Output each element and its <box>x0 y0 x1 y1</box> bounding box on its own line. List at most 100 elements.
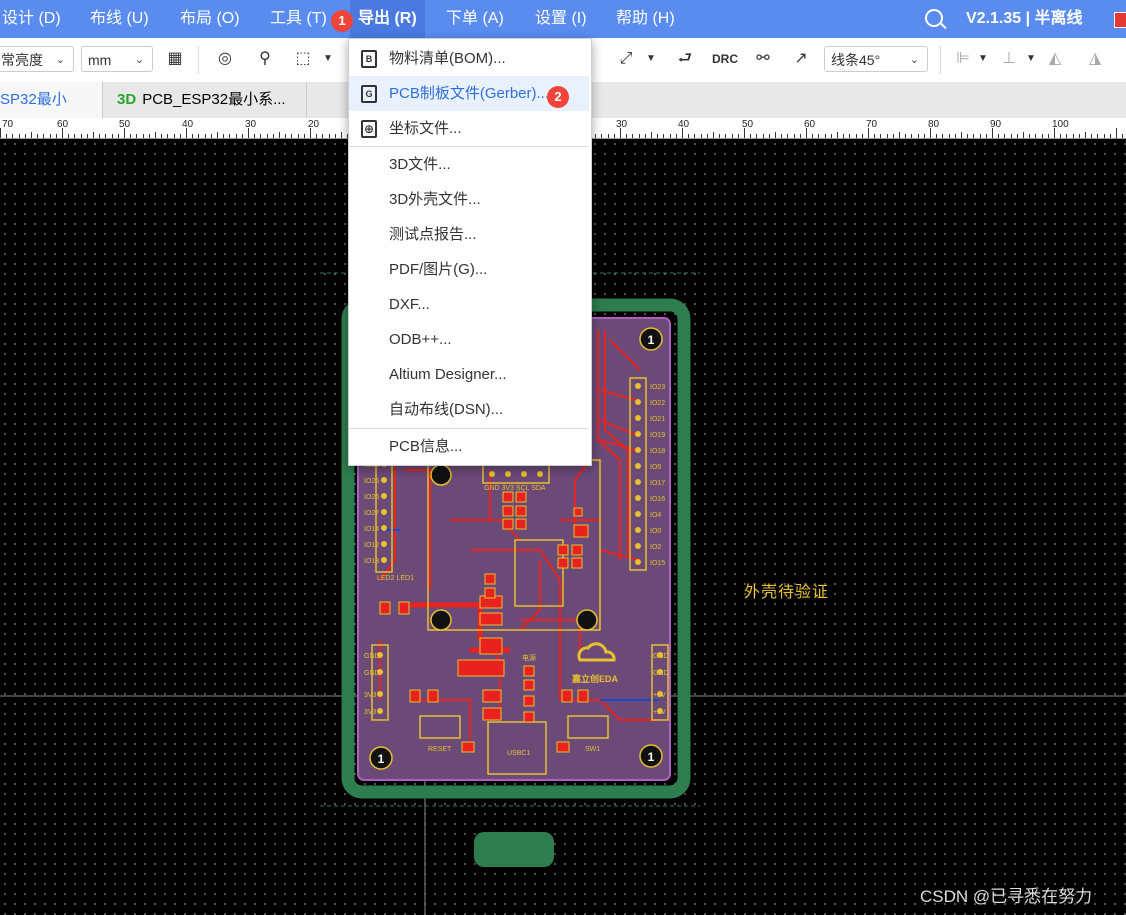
pin-label-right: IO22 <box>650 400 665 407</box>
menu-item-label: Altium Designer... <box>389 366 507 383</box>
ruler-tick <box>37 134 38 138</box>
ruler-label: 70 <box>866 119 878 130</box>
pin-label-bottom-right: +5V <box>653 709 666 716</box>
tab-pcb[interactable]: 3D PCB_ESP32最小系... <box>107 82 307 118</box>
menu-item-label: PCB制板文件(Gerber)... <box>389 85 550 102</box>
route-icon[interactable]: ⚯ <box>752 48 774 70</box>
ruler-tick <box>694 134 695 138</box>
mount-hole <box>430 464 452 486</box>
menu-item-label: 3D文件... <box>389 156 451 173</box>
via-icon[interactable]: ◎ <box>214 48 236 70</box>
menu-item-coordinate[interactable]: ⊕ 坐标文件... <box>349 111 589 146</box>
ruler-label: 100 <box>1052 119 1069 130</box>
menu-item-pdf[interactable]: PDF/图片(G)... <box>349 252 589 287</box>
return-icon[interactable]: ⮐ <box>674 48 696 70</box>
ruler-tick <box>112 134 113 138</box>
tab-schematic[interactable]: SP32最小系... <box>0 82 103 144</box>
pin-label-right: IO5 <box>650 464 661 471</box>
ruler-tick <box>949 134 950 138</box>
menu-settings[interactable]: 设置 (I) <box>535 0 587 38</box>
pin-label-bottom-left: GND <box>364 670 380 677</box>
ruler-label: 40 <box>678 119 690 130</box>
ruler-tick <box>719 134 720 138</box>
diff-pair-icon[interactable]: ↗ <box>790 48 812 70</box>
menu-item-bom[interactable]: B 物料清单(BOM)... <box>349 41 589 76</box>
annotation-text[interactable]: 外壳待验证 <box>744 578 829 602</box>
rect-icon[interactable]: ⬚ <box>292 48 314 70</box>
flip-vertical-icon[interactable]: ◮ <box>1084 48 1106 70</box>
reset-label: RESET <box>428 746 452 753</box>
pin-label-right: IO4 <box>650 512 661 519</box>
ruler-tick <box>756 134 757 138</box>
ruler-tick <box>180 134 181 138</box>
ruler-tick <box>632 134 633 138</box>
enclosure-tab <box>474 832 554 867</box>
caret-down-icon[interactable]: ▼ <box>640 48 662 70</box>
grid-icon[interactable]: ▦ <box>164 48 186 70</box>
ruler-tick <box>1085 132 1086 138</box>
menu-routing[interactable]: 布线 (U) <box>90 0 149 38</box>
ruler-tick <box>43 134 44 138</box>
menu-item-3d-file[interactable]: 3D文件... <box>349 147 589 182</box>
menu-help[interactable]: 帮助 (H) <box>616 0 675 38</box>
ruler-tick <box>936 134 937 138</box>
ruler-tick <box>81 134 82 138</box>
drc-button[interactable]: DRC <box>712 48 738 70</box>
menu-export[interactable]: 导出 (R) <box>350 0 425 38</box>
ruler-tick <box>1017 134 1018 138</box>
menu-item-label: 物料清单(BOM)... <box>389 50 506 67</box>
ruler-tick <box>316 134 317 138</box>
ruler-tick <box>707 134 708 138</box>
led-label: LED2 LED1 <box>377 575 414 582</box>
menu-order[interactable]: 下单 (A) <box>446 0 504 38</box>
menu-tools[interactable]: 工具 (T) <box>270 0 327 38</box>
line-mode-select[interactable]: 线条45° ⌄ <box>824 46 928 72</box>
pin-icon[interactable]: ⚲ <box>254 48 276 70</box>
pin-label-left: IO12 <box>364 542 379 549</box>
ruler-tick <box>725 134 726 138</box>
align-left-icon[interactable]: ⊫ <box>952 48 974 70</box>
ruler-tick <box>862 134 863 138</box>
align-bottom-icon[interactable]: ⊥ <box>998 48 1020 70</box>
pin-label-bottom-left: GND <box>364 653 380 660</box>
ruler-tick <box>68 134 69 138</box>
ruler-label: 50 <box>742 119 754 130</box>
menu-item-altium[interactable]: Altium Designer... <box>349 357 589 392</box>
ruler-tick <box>298 134 299 138</box>
menu-design[interactable]: 设计 (D) <box>2 0 61 38</box>
pin-label-right: IO21 <box>650 416 665 423</box>
menu-layout[interactable]: 布局 (O) <box>180 0 240 38</box>
ruler-tick <box>1066 134 1067 138</box>
ruler-tick <box>291 134 292 138</box>
menu-item-odb[interactable]: ODB++... <box>349 322 589 357</box>
ruler-tick <box>1042 134 1043 138</box>
coordinate-icon: ⊕ <box>361 120 377 138</box>
ruler-tick <box>837 132 838 138</box>
ruler-tick <box>1029 134 1030 138</box>
ruler-tick <box>663 134 664 138</box>
menu-item-pcb-info[interactable]: PCB信息... <box>349 429 589 464</box>
pin-label-bottom-right: GND <box>653 653 669 660</box>
ruler-tick <box>818 134 819 138</box>
chevron-down-icon: ⌄ <box>134 54 144 66</box>
flip-horizontal-icon[interactable]: ◭ <box>1044 48 1066 70</box>
ruler-tick <box>1091 134 1092 138</box>
brightness-select[interactable]: 常亮度 ⌄ <box>0 46 74 72</box>
unit-select[interactable]: mm ⌄ <box>81 46 153 72</box>
menu-item-3d-enclosure[interactable]: 3D外壳文件... <box>349 182 589 217</box>
menu-item-dxf[interactable]: DXF... <box>349 287 589 322</box>
caret-down-icon[interactable]: ▼ <box>317 48 339 70</box>
caret-down-icon[interactable]: ▼ <box>972 48 994 70</box>
measure-icon[interactable]: ⤢ <box>615 48 637 70</box>
ruler-tick <box>217 132 218 138</box>
ruler-tick <box>260 134 261 138</box>
ruler-tick <box>254 134 255 138</box>
pin-label-bottom-right: GND <box>653 670 669 677</box>
search-icon[interactable] <box>925 9 943 27</box>
menu-item-dsn[interactable]: 自动布线(DSN)... <box>349 392 589 427</box>
caret-down-icon[interactable]: ▼ <box>1020 48 1042 70</box>
toolbar-divider <box>198 46 199 74</box>
ruler-tick <box>998 134 999 138</box>
flag-icon[interactable] <box>1114 12 1126 28</box>
menu-item-testpoint[interactable]: 测试点报告... <box>349 217 589 252</box>
